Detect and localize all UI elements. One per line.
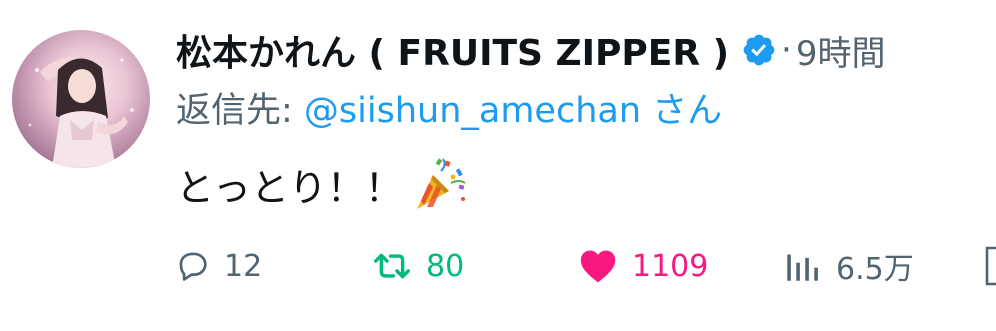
action-bar: 12 80 1109 6.5万 (176, 236, 996, 296)
avatar-photo (28, 56, 134, 168)
reply-button[interactable]: 12 (176, 236, 262, 296)
party-popper-icon (416, 158, 466, 209)
avatar[interactable] (12, 30, 150, 168)
share-button[interactable] (984, 236, 996, 296)
heart-icon (580, 250, 616, 283)
tweet-body: とっとり！！ (176, 165, 403, 210)
reply-handle-link[interactable]: @siishun_amechan (304, 91, 641, 131)
like-button[interactable]: 1109 (578, 236, 708, 296)
views-count: 6.5万 (836, 252, 914, 287)
tweet-header: 松本かれん ( FRUITS ZIPPER ) · 9時間 (176, 22, 886, 78)
like-count: 1109 (632, 248, 709, 284)
reply-icon (179, 252, 207, 281)
share-icon (985, 246, 996, 286)
reply-to-line: 返信先: @siishun_amechan さん (176, 82, 722, 133)
tweet[interactable]: 松本かれん ( FRUITS ZIPPER ) · 9時間 返信先: @siis… (0, 0, 996, 331)
retweet-button[interactable]: 80 (372, 236, 464, 296)
separator-dot: · (781, 30, 792, 70)
views-button[interactable]: 6.5万 (782, 236, 914, 296)
views-chart-icon (787, 254, 818, 281)
retweet-icon (374, 253, 410, 279)
reply-suffix: さん (641, 91, 723, 131)
display-name[interactable]: 松本かれん ( FRUITS ZIPPER ) (176, 24, 729, 76)
timestamp[interactable]: 9時間 (796, 26, 886, 75)
tweet-text: とっとり！！ (176, 152, 469, 216)
reply-prefix: 返信先: (176, 91, 304, 131)
retweet-count: 80 (426, 248, 465, 284)
reply-count: 12 (224, 248, 263, 284)
verified-badge-icon (743, 34, 775, 66)
